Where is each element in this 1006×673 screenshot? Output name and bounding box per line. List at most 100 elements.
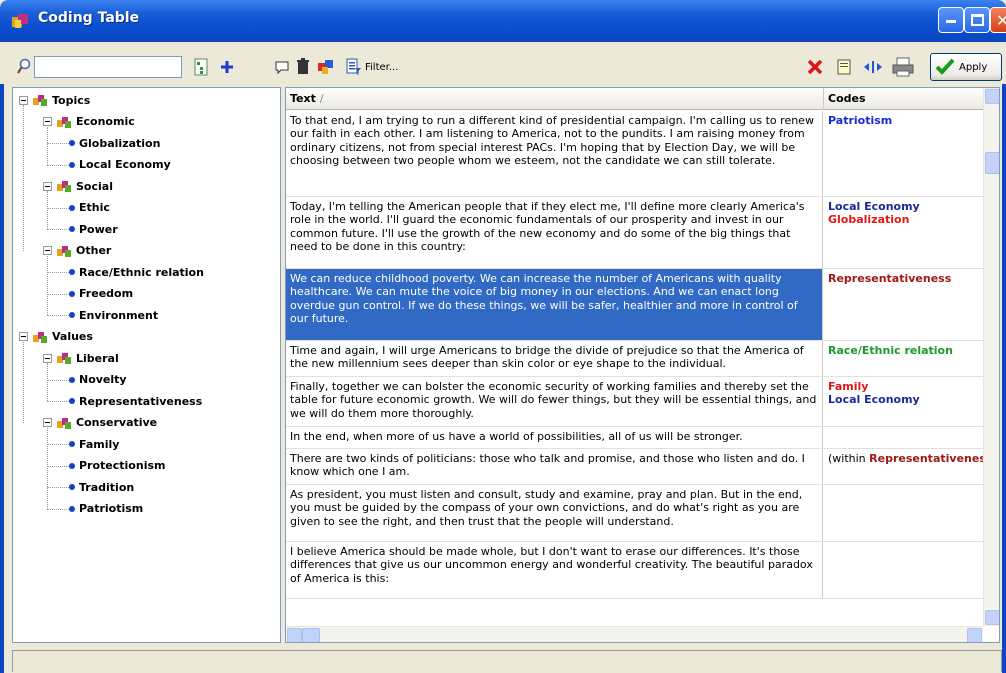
clear-codes-button[interactable] [804,56,826,78]
codes-cell[interactable]: Race/Ethnic relation [824,341,984,376]
tree-code-node[interactable]: Power [69,219,118,239]
segment-text-cell[interactable]: In the end, when more of us have a world… [286,427,823,448]
segment-text-cell[interactable]: There are two kinds of politicians: thos… [286,449,823,484]
tree-code-node[interactable]: Environment [69,305,158,325]
tree-node-label: Social [76,179,113,193]
tree-folder-node[interactable]: Economic [43,112,135,132]
code-tree[interactable]: Topics Economic Globalization Local Economy… [12,87,281,643]
collapse-toggle-icon[interactable] [43,353,52,363]
tree-connector [47,229,69,230]
horizontal-scrollbar[interactable] [286,626,983,642]
tree-view-button[interactable] [192,56,210,78]
tree-folder-node[interactable]: Liberal [43,348,119,368]
tree-view-icon [194,58,208,76]
tree-node-label: Values [52,330,93,343]
memo-button[interactable] [834,56,854,78]
column-header-text[interactable]: Text / [286,88,824,110]
delete-button[interactable] [294,56,312,78]
tree-node-label: Ethic [79,201,110,214]
collapse-toggle-icon[interactable] [19,95,28,105]
code-bullet-icon [69,290,75,297]
scroll-down-arrow-icon[interactable] [985,610,999,625]
tree-code-node[interactable]: Globalization [69,133,160,153]
title-bar[interactable]: Coding Table ✕ [0,0,1006,42]
tree-code-node[interactable]: Family [69,434,119,454]
tree-connector [47,427,48,509]
tree-code-node[interactable]: Protectionism [69,456,165,476]
collapse-toggle-icon[interactable] [43,418,52,427]
codes-cell[interactable]: Patriotism [824,111,984,196]
search-input[interactable] [34,56,182,78]
code-group-icon [33,331,47,343]
minimize-button[interactable] [938,7,964,33]
checkmark-icon [935,58,955,75]
codes-cell[interactable]: Representativeness [824,269,984,340]
codes-cell[interactable]: Family Local Economy [824,377,984,426]
coding-grid[interactable]: Text / Codes To that end, I am trying to … [285,87,1000,643]
print-button[interactable] [890,55,916,79]
add-button[interactable] [218,56,236,78]
tree-folder-node[interactable]: Topics [19,90,90,110]
column-header-text-label: Text [290,92,316,105]
table-row[interactable]: In the end, when more of us have a world… [286,427,983,449]
table-row[interactable]: We can reduce childhood poverty. We can … [286,269,983,341]
collapse-toggle-icon[interactable] [43,246,52,255]
code-tag-label: Local Economy [828,200,920,213]
tree-code-node[interactable]: Patriotism [69,499,143,519]
vertical-scrollbar[interactable] [983,88,999,626]
maximize-button[interactable] [964,7,990,33]
collapse-toggle-icon[interactable] [19,332,28,341]
segment-text-cell[interactable]: We can reduce childhood poverty. We can … [286,269,823,340]
segment-text-cell[interactable]: Finally, together we can bolster the eco… [286,377,823,426]
table-row[interactable]: As president, you must listen and consul… [286,485,983,542]
code-tag-label: Patriotism [828,114,893,127]
table-row[interactable]: Time and again, I will urge Americans to… [286,341,983,377]
segment-text-cell[interactable]: Time and again, I will urge Americans to… [286,341,823,376]
tree-code-node[interactable]: Ethic [69,198,110,218]
table-row[interactable]: I believe America should be made whole, … [286,542,983,599]
codes-cell[interactable] [824,427,984,448]
codes-cell[interactable] [824,485,984,541]
scroll-left-arrow-icon[interactable] [287,628,302,642]
table-row[interactable]: Finally, together we can bolster the eco… [286,377,983,427]
collapse-toggle-icon[interactable] [43,181,52,191]
collapse-toggle-icon[interactable] [43,117,52,126]
fit-columns-button[interactable] [862,56,884,78]
tree-folder-node[interactable]: Social [43,176,113,196]
segment-text-cell[interactable]: As president, you must listen and consul… [286,485,823,541]
table-row[interactable]: To that end, I am trying to run a differ… [286,111,983,197]
tree-connector [47,315,69,316]
tree-folder-node[interactable]: Values [19,327,93,347]
tree-code-node[interactable]: Race/Ethnic relation [69,262,204,282]
tree-code-node[interactable]: Tradition [69,477,134,497]
horizontal-scroll-thumb[interactable] [302,628,320,642]
tree-folder-node[interactable]: Conservative [43,413,157,433]
table-row[interactable]: Today, I'm telling the American people t… [286,197,983,269]
code-tag-label: Representativenes [869,452,984,465]
tree-node-label: Power [79,222,118,236]
tree-code-node[interactable]: Representativeness [69,391,202,411]
codes-cell[interactable] [824,542,984,598]
segment-text-cell[interactable]: To that end, I am trying to run a differ… [286,111,823,196]
segment-text-cell[interactable]: Today, I'm telling the American people t… [286,197,823,268]
apply-button[interactable]: Apply [930,53,1002,81]
segment-text-cell[interactable]: I believe America should be made whole, … [286,542,823,598]
filter-button[interactable]: Filter... [346,56,424,78]
tree-folder-node[interactable]: Other [43,241,111,261]
codes-cell[interactable]: (within Representativenes [824,449,984,484]
codes-cell[interactable]: Local Economy Globalization [824,197,984,268]
tree-node-label: Patriotism [79,502,144,515]
tree-code-node[interactable]: Novelty [69,370,127,390]
tree-code-node[interactable]: Local Economy [69,155,171,175]
scroll-right-arrow-icon[interactable] [967,628,982,642]
scroll-up-arrow-icon[interactable] [985,89,999,104]
tree-node-label: Local Economy [79,158,171,171]
close-button[interactable]: ✕ [990,7,1006,33]
tree-node-label: Liberal [76,351,119,365]
comment-button[interactable] [272,56,292,78]
vertical-scroll-thumb[interactable] [985,152,999,174]
table-row[interactable]: There are two kinds of politicians: thos… [286,449,984,485]
tree-code-node[interactable]: Freedom [69,284,133,304]
column-header-codes[interactable]: Codes [824,88,984,110]
recode-button[interactable] [316,56,336,78]
